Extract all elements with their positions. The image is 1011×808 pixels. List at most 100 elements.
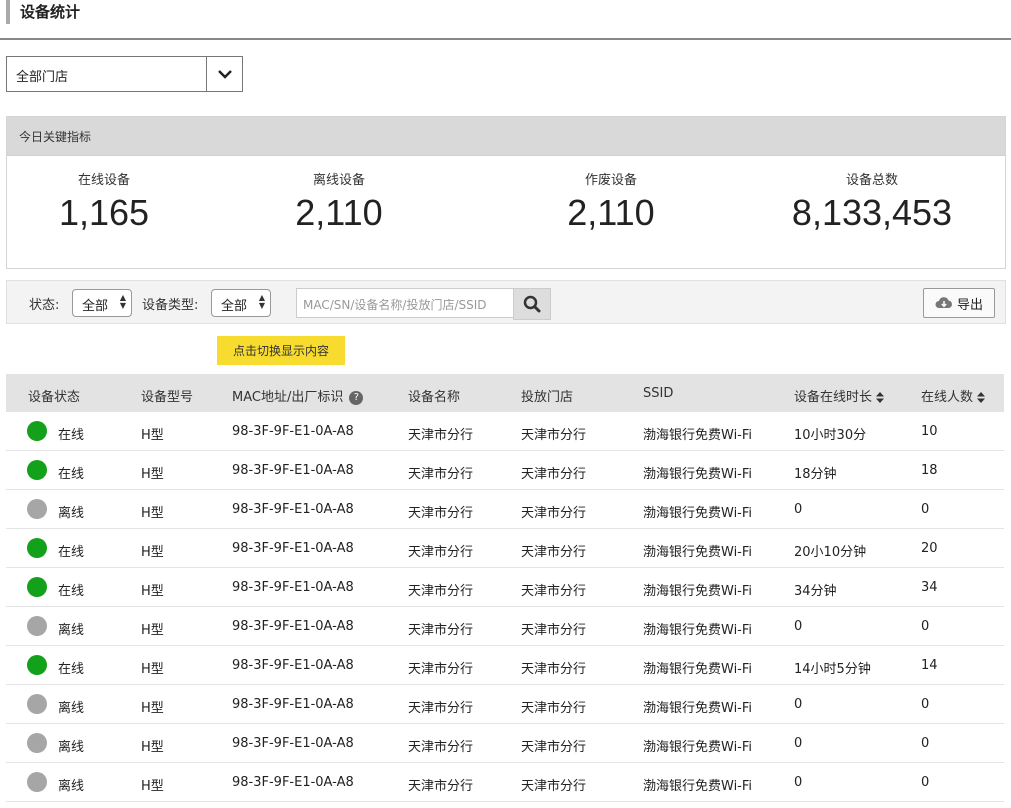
cell-store: 天津市分行	[521, 545, 587, 560]
cell-status: 离线	[58, 506, 85, 521]
cell-device-name: 天津市分行	[408, 467, 474, 482]
table-row[interactable]: 在线 H型 98-3F-9F-E1-0A-A8 天津市分行 天津市分行 渤海银行免费Wi-…	[6, 568, 1004, 607]
status-offline-dot	[27, 772, 47, 792]
cell-status: 在线	[58, 662, 85, 677]
cell-model: H型	[141, 740, 164, 755]
cell-ssid: 渤海银行免费Wi-Fi	[643, 701, 753, 716]
cell-ssid: 渤海银行免费Wi-Fi	[643, 467, 753, 482]
metric-value: 1,165	[58, 192, 150, 233]
table-row[interactable]: 在线 H型 98-3F-9F-E1-0A-A8 天津市分行 天津市分行 渤海银行免费Wi-…	[6, 529, 1004, 568]
table-row[interactable]: 离线 H型 98-3F-9F-E1-0A-A8 天津市分行 天津市分行 渤海银行免费Wi-…	[6, 685, 1004, 724]
updown-icon: ▲ ▼	[258, 293, 265, 310]
cell-duration: 10小时30分	[794, 428, 867, 443]
export-button[interactable]: 导出	[923, 288, 995, 318]
cell-model: H型	[141, 467, 164, 482]
cell-duration: 18分钟	[794, 467, 837, 482]
cell-model: H型	[141, 779, 164, 794]
cell-users: 20	[921, 541, 938, 556]
cell-store: 天津市分行	[521, 506, 587, 521]
sort-icon[interactable]	[977, 392, 986, 403]
metric-label: 在线设备	[77, 173, 130, 188]
cell-store: 天津市分行	[521, 467, 587, 482]
type-select-value: 全部	[221, 299, 248, 314]
status-online-dot	[27, 577, 47, 597]
column-header-duration[interactable]: 设备在线时长	[794, 386, 885, 405]
cell-users: 0	[921, 619, 930, 634]
status-offline-dot	[27, 499, 47, 519]
column-header-name: 设备名称	[408, 390, 461, 405]
cell-device-name: 天津市分行	[408, 701, 474, 716]
cell-store: 天津市分行	[521, 740, 587, 755]
cell-status: 在线	[58, 584, 85, 599]
table-row[interactable]: 在线 H型 98-3F-9F-E1-0A-A8 天津市分行 天津市分行 渤海银行免费Wi-…	[6, 412, 1004, 451]
cell-ssid: 渤海银行免费Wi-Fi	[643, 584, 753, 599]
cell-ssid: 渤海银行免费Wi-Fi	[643, 740, 753, 755]
cell-mac: 98-3F-9F-E1-0A-A8	[232, 502, 354, 517]
table-row[interactable]: 离线 H型 98-3F-9F-E1-0A-A8 天津市分行 天津市分行 渤海银行免费Wi-…	[6, 607, 1004, 646]
status-offline-dot	[27, 733, 47, 753]
table-row[interactable]: 离线 H型 98-3F-9F-E1-0A-A8 天津市分行 天津市分行 渤海银行免费Wi-…	[6, 763, 1004, 802]
status-online-dot	[27, 538, 47, 558]
filter-bar: 状态: 全部 ▲ ▼ 设备类型: 全部 ▲ ▼ MAC/SN/设备名称/投放门店/S…	[6, 280, 1006, 324]
search-input[interactable]: MAC/SN/设备名称/投放门店/SSID	[296, 288, 515, 318]
cell-model: H型	[141, 506, 164, 521]
cell-device-name: 天津市分行	[408, 506, 474, 521]
cell-duration: 34分钟	[794, 584, 837, 599]
export-label: 导出	[956, 297, 983, 313]
cell-ssid: 渤海银行免费Wi-Fi	[643, 428, 753, 443]
type-select[interactable]: 全部 ▲ ▼	[211, 289, 271, 317]
cell-duration: 0	[794, 502, 803, 517]
cell-mac: 98-3F-9F-E1-0A-A8	[232, 658, 354, 673]
cell-status: 离线	[58, 623, 85, 638]
cell-users: 0	[921, 736, 930, 751]
cell-ssid: 渤海银行免费Wi-Fi	[643, 545, 753, 560]
cell-mac: 98-3F-9F-E1-0A-A8	[232, 463, 354, 478]
table-row[interactable]: 在线 H型 98-3F-9F-E1-0A-A8 天津市分行 天津市分行 渤海银行免费Wi-…	[6, 646, 1004, 685]
metric-online: 在线设备 1,165	[49, 169, 159, 234]
cell-store: 天津市分行	[521, 584, 587, 599]
status-select-value: 全部	[82, 299, 109, 314]
cell-device-name: 天津市分行	[408, 584, 474, 599]
sort-icon[interactable]	[876, 392, 885, 403]
status-filter-label: 状态:	[29, 298, 60, 313]
cell-model: H型	[141, 428, 164, 443]
table-row[interactable]: 在线 H型 98-3F-9F-E1-0A-A8 天津市分行 天津市分行 渤海银行免费Wi-…	[6, 451, 1004, 490]
table-body: 在线 H型 98-3F-9F-E1-0A-A8 天津市分行 天津市分行 渤海银行免费Wi-…	[6, 412, 1004, 802]
cell-model: H型	[141, 662, 164, 677]
store-dropdown[interactable]: 全部门店	[6, 56, 243, 92]
cell-duration: 0	[794, 736, 803, 751]
cell-duration: 20小10分钟	[794, 545, 867, 560]
kpi-header: 今日关键指标	[7, 117, 1005, 156]
cell-model: H型	[141, 545, 164, 560]
cell-device-name: 天津市分行	[408, 662, 474, 677]
cell-mac: 98-3F-9F-E1-0A-A8	[232, 736, 354, 751]
title-accent-bar	[6, 0, 10, 24]
metric-value: 2,110	[295, 192, 383, 233]
status-offline-dot	[27, 694, 47, 714]
cell-users: 0	[921, 502, 930, 517]
device-table: 设备状态 设备型号 MAC地址/出厂标识? 设备名称 投放门店 SSID 设备在…	[6, 374, 1004, 802]
hint-tooltip: 点击切换显示内容	[217, 336, 345, 365]
column-header-duration-label: 设备在线时长	[794, 390, 873, 405]
cell-status: 在线	[58, 428, 85, 443]
search-button[interactable]	[513, 288, 551, 320]
chevron-down-icon[interactable]	[206, 57, 242, 91]
cell-ssid: 渤海银行免费Wi-Fi	[643, 623, 753, 638]
status-online-dot	[27, 655, 47, 675]
help-icon[interactable]: ?	[349, 390, 364, 405]
kpi-header-label: 今日关键指标	[19, 130, 92, 144]
cell-model: H型	[141, 701, 164, 716]
column-header-users[interactable]: 在线人数	[921, 386, 986, 405]
cell-status: 离线	[58, 779, 85, 794]
column-header-users-label: 在线人数	[921, 390, 974, 405]
cell-status: 离线	[58, 701, 85, 716]
table-row[interactable]: 离线 H型 98-3F-9F-E1-0A-A8 天津市分行 天津市分行 渤海银行免费Wi-…	[6, 490, 1004, 529]
cell-mac: 98-3F-9F-E1-0A-A8	[232, 619, 354, 634]
status-select[interactable]: 全部 ▲ ▼	[72, 289, 132, 317]
metric-void: 作废设备 2,110	[556, 169, 666, 234]
cell-users: 0	[921, 697, 930, 712]
cell-duration: 0	[794, 697, 803, 712]
cell-status: 在线	[58, 545, 85, 560]
cell-status: 在线	[58, 467, 85, 482]
table-row[interactable]: 离线 H型 98-3F-9F-E1-0A-A8 天津市分行 天津市分行 渤海银行免费Wi-…	[6, 724, 1004, 763]
